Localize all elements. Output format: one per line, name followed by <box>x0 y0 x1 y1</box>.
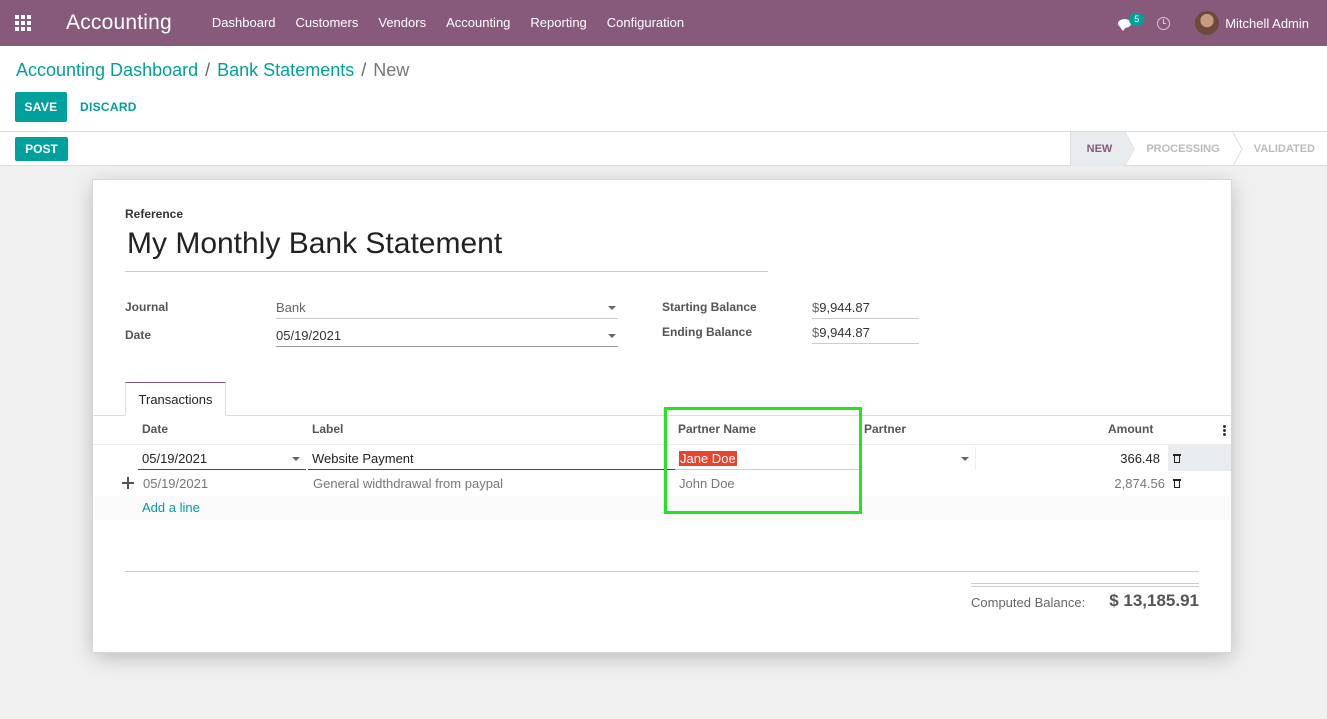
breadcrumb-separator: / <box>361 60 367 80</box>
user-name[interactable]: Mitchell Admin <box>1225 16 1309 31</box>
status-bar: POST NEW PROCESSING VALIDATED <box>0 132 1327 166</box>
reference-label: Reference <box>125 207 184 221</box>
optional-columns-icon[interactable] <box>1223 425 1226 436</box>
stage-processing: PROCESSING <box>1124 132 1231 166</box>
row-partner-dropdown-icon[interactable] <box>961 457 969 461</box>
drag-handle-icon[interactable] <box>122 477 134 489</box>
app-name[interactable]: Accounting <box>66 11 172 35</box>
total-divider <box>971 583 1199 584</box>
row-date-value: 05/19/2021 <box>142 450 208 466</box>
add-line-link[interactable]: Add a line <box>142 500 200 515</box>
main-menu: Dashboard Customers Vendors Accounting R… <box>202 0 694 46</box>
menu-dashboard[interactable]: Dashboard <box>202 0 286 46</box>
date-input[interactable]: 05/19/2021 <box>276 325 618 347</box>
column-amount[interactable]: Amount <box>1108 422 1153 436</box>
computed-balance-label: Computed Balance: <box>971 595 1086 610</box>
date-value: 05/19/2021 <box>276 328 342 343</box>
breadcrumb-accounting-dashboard[interactable]: Accounting Dashboard <box>16 60 198 81</box>
date-dropdown-icon[interactable] <box>608 334 616 338</box>
starting-balance-label: Starting Balance <box>662 300 757 314</box>
row-date-dropdown-icon[interactable] <box>292 457 300 461</box>
row-amount-input[interactable]: 366.48 <box>975 447 1168 470</box>
messages-count-badge: 5 <box>1129 13 1145 26</box>
breadcrumb-separator: / <box>205 60 211 80</box>
row-amount-value: 366.48 <box>1120 451 1160 466</box>
discard-button[interactable]: DISCARD <box>80 92 137 122</box>
control-panel: Accounting Dashboard / Bank Statements /… <box>0 46 1327 132</box>
tab-divider <box>93 415 1231 416</box>
computed-balance-value: $ 13,185.91 <box>1109 591 1199 610</box>
column-date[interactable]: Date <box>142 422 168 436</box>
date-label: Date <box>125 328 152 342</box>
apps-menu-icon[interactable] <box>0 0 46 46</box>
ending-balance-label: Ending Balance <box>662 325 753 339</box>
starting-balance-currency: $ <box>812 300 820 315</box>
row-amount[interactable]: 2,874.56 <box>1114 476 1165 491</box>
starting-balance-value: 9,944.87 <box>819 300 870 315</box>
table-row[interactable]: 05/19/2021 Website Payment Jane Doe 366.… <box>93 444 1231 471</box>
activities-clock-icon[interactable] <box>1157 16 1171 30</box>
top-navbar: Accounting Dashboard Customers Vendors A… <box>0 0 1327 46</box>
column-label[interactable]: Label <box>312 422 343 436</box>
delete-row-icon[interactable] <box>1173 453 1181 463</box>
menu-customers[interactable]: Customers <box>286 0 369 46</box>
total-divider <box>971 586 1199 587</box>
journal-label: Journal <box>125 300 169 314</box>
add-line-row: Add a line <box>93 496 1231 520</box>
row-label-value: Website Payment <box>312 450 414 466</box>
stage-validated-label: VALIDATED <box>1253 143 1315 155</box>
menu-accounting[interactable]: Accounting <box>436 0 520 46</box>
column-partner[interactable]: Partner <box>864 422 906 436</box>
delete-row-icon[interactable] <box>1173 478 1181 488</box>
journal-select[interactable]: Bank <box>276 297 618 319</box>
form-sheet: Reference My Monthly Bank Statement Jour… <box>92 179 1232 653</box>
stage-new: NEW <box>1069 132 1133 166</box>
breadcrumb: Accounting Dashboard / Bank Statements /… <box>16 60 409 81</box>
row-action-cell <box>1168 445 1231 471</box>
row-label[interactable]: General widthdrawal from paypal <box>313 476 503 491</box>
divider <box>125 571 1199 572</box>
highlight-box <box>664 407 862 514</box>
starting-balance-input[interactable]: $9,944.87 <box>812 297 919 319</box>
stage-processing-label: PROCESSING <box>1146 143 1220 155</box>
row-date[interactable]: 05/19/2021 <box>143 476 208 491</box>
messages-icon[interactable]: 5 <box>1117 13 1145 33</box>
journal-dropdown-icon[interactable] <box>608 306 616 310</box>
ending-balance-input[interactable]: $9,944.87 <box>812 322 919 344</box>
table-row[interactable]: 05/19/2021 General widthdrawal from payp… <box>93 470 1231 496</box>
avatar[interactable] <box>1195 11 1220 35</box>
menu-configuration[interactable]: Configuration <box>597 0 694 46</box>
row-label-input[interactable]: Website Payment <box>308 447 675 470</box>
ending-balance-value: 9,944.87 <box>819 325 870 340</box>
stage-validated: VALIDATED <box>1232 132 1327 166</box>
breadcrumb-current: New <box>373 60 410 80</box>
reference-input[interactable]: My Monthly Bank Statement <box>125 227 768 272</box>
status-stages: NEW PROCESSING VALIDATED <box>1069 132 1327 166</box>
menu-reporting[interactable]: Reporting <box>520 0 596 46</box>
row-date-input[interactable]: 05/19/2021 <box>138 447 306 470</box>
menu-vendors[interactable]: Vendors <box>368 0 436 46</box>
save-button[interactable]: SAVE <box>15 92 67 122</box>
ending-balance-currency: $ <box>812 325 820 340</box>
post-button[interactable]: POST <box>15 137 68 161</box>
breadcrumb-bank-statements[interactable]: Bank Statements <box>217 60 354 81</box>
journal-value: Bank <box>276 300 306 315</box>
tab-transactions[interactable]: Transactions <box>125 382 226 416</box>
row-partner-select[interactable] <box>863 447 975 470</box>
